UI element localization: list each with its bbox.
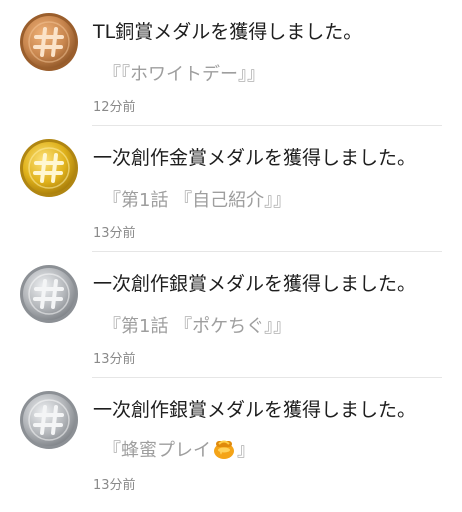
- notification-item[interactable]: TL銅賞メダルを獲得しました。 『『ホワイトデー』』 12分前: [0, 0, 462, 126]
- gold-medal-hash-icon: [20, 139, 78, 197]
- notification-item[interactable]: 一次創作金賞メダルを獲得しました。 『第1話 『自己紹介』』 13分前: [0, 126, 462, 252]
- notification-work-title: 『第1話 『ポケちぐ』』: [103, 316, 292, 337]
- notification-time: 12分前: [93, 100, 136, 115]
- notification-item[interactable]: 一次創作銀賞メダルを獲得しました。 『第1話 『ポケちぐ』』 13分前: [0, 252, 462, 378]
- notification-title: TL銅賞メダルを獲得しました。: [93, 21, 363, 43]
- notification-time: 13分前: [93, 226, 136, 241]
- notification-list: TL銅賞メダルを獲得しました。 『『ホワイトデー』』 12分前 一次創作金賞メダ…: [0, 0, 462, 512]
- notification-title: 一次創作銀賞メダルを獲得しました。: [93, 273, 417, 295]
- silver-medal-hash-icon: [20, 265, 78, 323]
- honey-pot-icon: [212, 438, 236, 465]
- work-title-text: 『蜂蜜プレイ: [103, 440, 211, 461]
- bronze-medal-hash-icon: [20, 13, 78, 71]
- notification-title: 一次創作銀賞メダルを獲得しました。: [93, 399, 417, 421]
- notification-title: 一次創作金賞メダルを獲得しました。: [93, 147, 417, 169]
- notification-work-title: 『第1話 『自己紹介』』: [103, 190, 292, 211]
- work-title-text: 』: [237, 440, 255, 461]
- notification-time: 13分前: [93, 478, 136, 493]
- notification-work-title: 『『ホワイトデー』』: [103, 64, 265, 85]
- notification-item[interactable]: 一次創作銀賞メダルを獲得しました。 『蜂蜜プレイ 』 13分前: [0, 378, 462, 512]
- notification-work-title: 『蜂蜜プレイ 』: [103, 436, 452, 465]
- silver-medal-hash-icon: [20, 391, 78, 449]
- notification-time: 13分前: [93, 352, 136, 367]
